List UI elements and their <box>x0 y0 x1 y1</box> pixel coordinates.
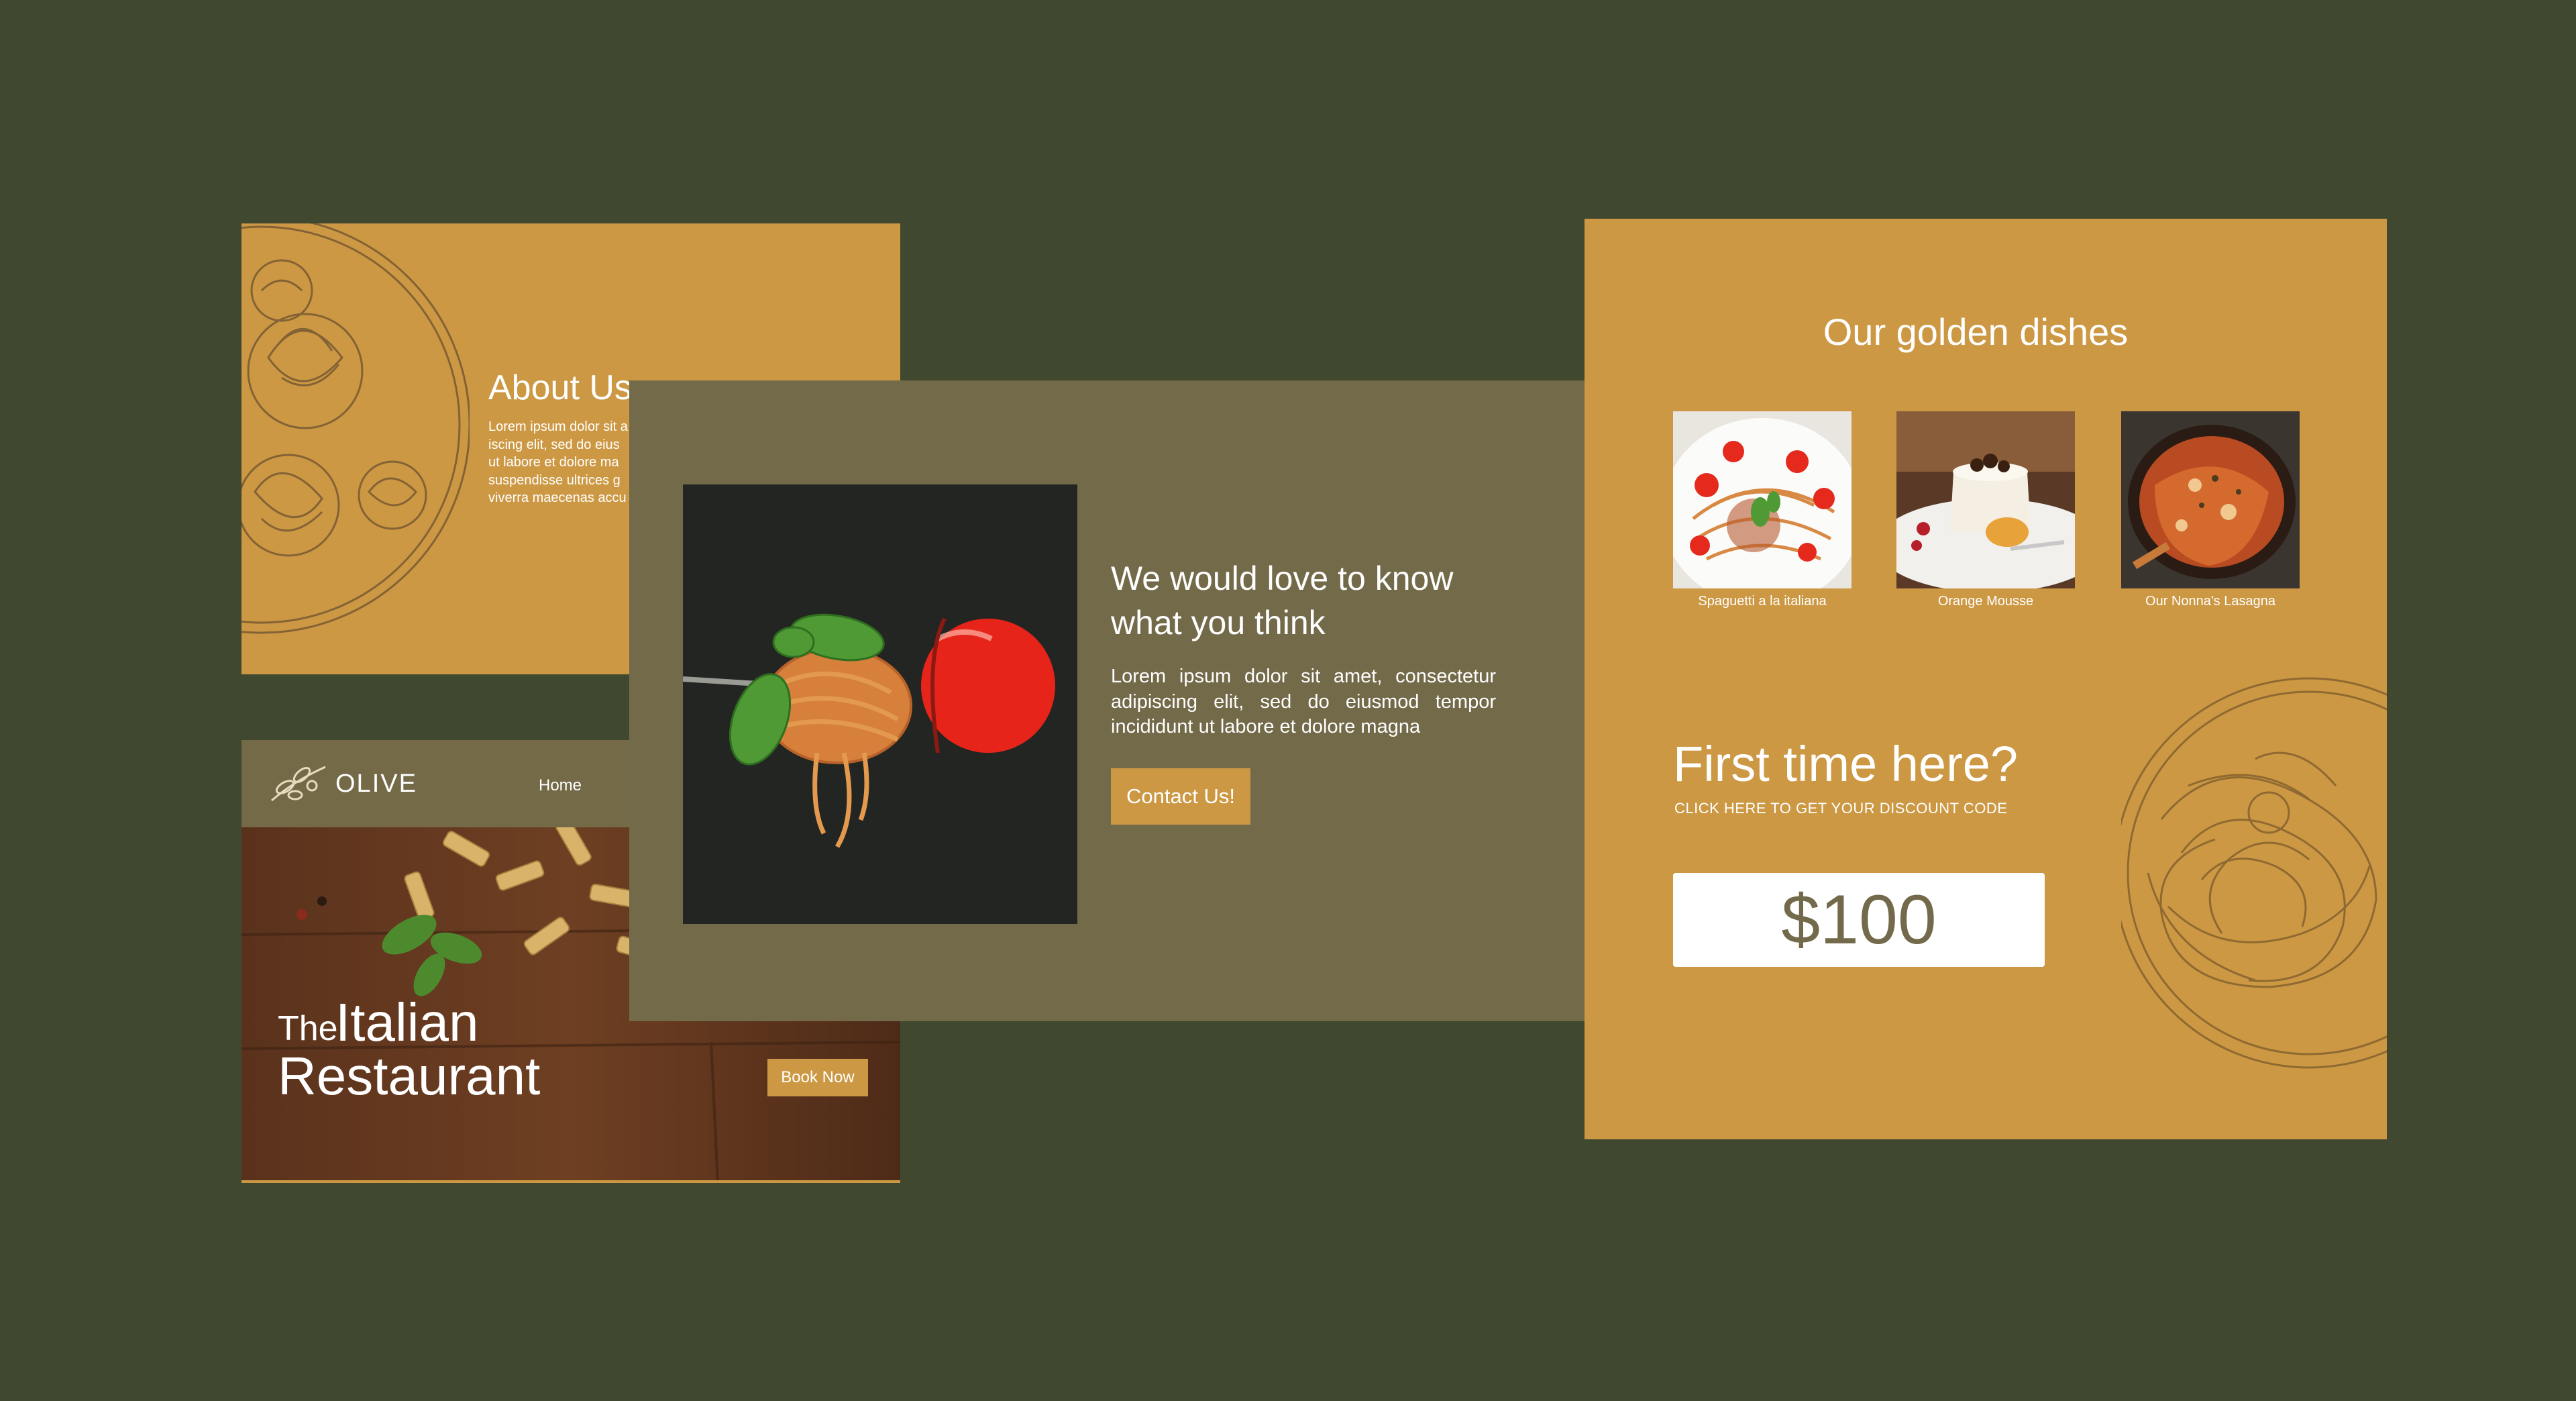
dish-caption: Spaguetti a la italiana <box>1698 594 1827 609</box>
brand-logo-text: OLIVE <box>335 770 417 798</box>
headline-restaurant: Restaurant <box>278 1046 541 1106</box>
bottom-accent-line <box>241 1180 900 1183</box>
olive-branch-icon <box>271 766 326 802</box>
dish-card-orange-mousse[interactable]: Orange Mousse <box>1896 411 2075 609</box>
headline-the: The <box>278 1009 338 1048</box>
dish-card-lasagna[interactable]: Our Nonna's Lasagna <box>2121 411 2300 609</box>
lasagna-photo <box>2121 411 2300 588</box>
spaghetti-fork-photo <box>683 484 1077 924</box>
discount-code-box[interactable]: $100 <box>1673 873 2045 967</box>
feedback-contact-card: We would love to know what you think Lor… <box>629 380 1587 1021</box>
discount-code-link[interactable]: CLICK HERE TO GET YOUR DISCOUNT CODE <box>1674 800 2007 817</box>
dishes-title: Our golden dishes <box>1823 311 2129 353</box>
nav-link-home[interactable]: Home <box>539 776 582 795</box>
contact-us-button[interactable]: Contact Us! <box>1111 768 1250 825</box>
feedback-heading: We would love to know what you think <box>1111 560 1454 641</box>
dish-caption: Orange Mousse <box>1937 594 2034 609</box>
dish-caption: Our Nonna's Lasagna <box>2145 594 2275 609</box>
feedback-body-text: Lorem ipsum dolor sit amet, consectetur … <box>1111 666 1496 737</box>
book-now-button[interactable]: Book Now <box>767 1059 868 1096</box>
pasta-sketch-illustration <box>241 223 470 634</box>
about-title: About Us <box>488 368 632 407</box>
dish-card-spaghetti[interactable]: Spaguetti a la italiana <box>1673 411 1851 609</box>
first-time-heading: First time here? <box>1673 736 2019 792</box>
headline-italian: Italian <box>335 992 479 1052</box>
golden-dishes-card: Our golden dishes Spaguetti a la italian… <box>1585 219 2387 1139</box>
orange-mousse-photo <box>1896 411 2075 588</box>
spaghetti-plate-sketch <box>2121 677 2387 1069</box>
spaghetti-dish-photo <box>1673 411 1851 588</box>
